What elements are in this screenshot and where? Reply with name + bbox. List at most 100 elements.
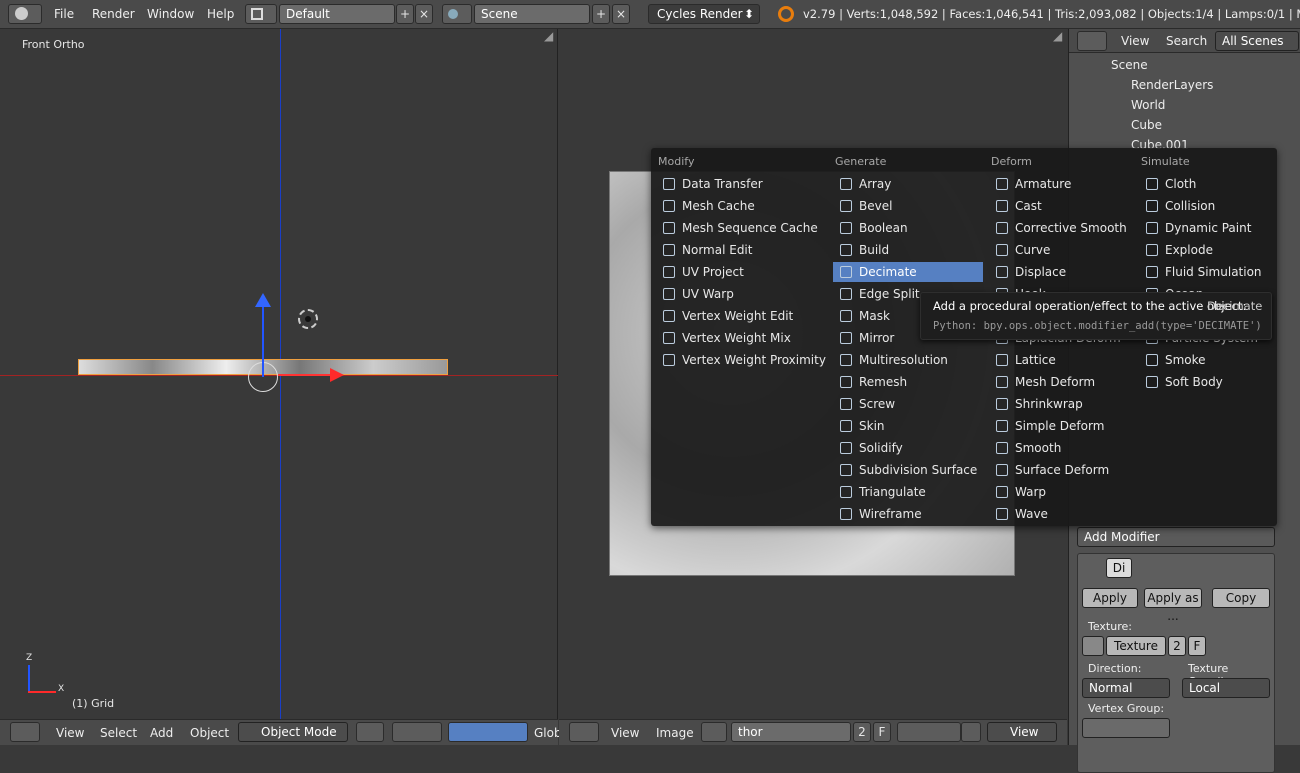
screen-layout-selector[interactable]	[245, 4, 277, 24]
menu-help[interactable]: Help	[207, 4, 234, 24]
menu-item-warp[interactable]: Warp	[989, 482, 1137, 502]
image-editor-type[interactable]	[569, 722, 599, 742]
outliner-filter-dropdown[interactable]: All Scenes	[1215, 31, 1299, 51]
menu-item-multiresolution[interactable]: Multiresolution	[833, 350, 983, 370]
menu-item-collision[interactable]: Collision	[1139, 196, 1267, 216]
editor-type-button[interactable]	[8, 4, 42, 24]
menu-item-displace[interactable]: Displace	[989, 262, 1137, 282]
menu-image[interactable]: Image	[656, 726, 694, 740]
menu-item-normal-edit[interactable]: Normal Edit	[656, 240, 826, 260]
add-layout-button[interactable]: +	[396, 4, 414, 24]
scene-field[interactable]: Scene	[474, 4, 590, 24]
menu-item-surface-deform[interactable]: Surface Deform	[989, 460, 1137, 480]
menu-item-smoke[interactable]: Smoke	[1139, 350, 1267, 370]
scene-selector[interactable]	[442, 4, 472, 24]
viewport-editor-type[interactable]	[10, 722, 40, 742]
menu-file[interactable]: File	[54, 4, 74, 24]
menu-item-cast[interactable]: Cast	[989, 196, 1137, 216]
image-action-buttons[interactable]	[897, 722, 961, 742]
pin-icon[interactable]	[961, 722, 981, 742]
manipulator-buttons[interactable]	[448, 722, 528, 742]
menu-item-triangulate[interactable]: Triangulate	[833, 482, 983, 502]
menu-item-screw[interactable]: Screw	[833, 394, 983, 414]
area-corner-icon-2[interactable]: ◢	[1053, 29, 1062, 43]
menu-item-fluid-simulation[interactable]: Fluid Simulation	[1139, 262, 1267, 282]
add-modifier-dropdown[interactable]: Add Modifier	[1077, 527, 1275, 547]
outliner-view-menu[interactable]: View	[1121, 34, 1149, 48]
menu-item-subdivision-surface[interactable]: Subdivision Surface	[833, 460, 983, 480]
menu-object[interactable]: Object	[190, 726, 229, 740]
menu-item-corrective-smooth[interactable]: Corrective Smooth	[989, 218, 1137, 238]
mode-dropdown[interactable]: Object Mode	[238, 722, 348, 742]
lamp-icon[interactable]	[298, 309, 318, 329]
menu-item-remesh[interactable]: Remesh	[833, 372, 983, 392]
menu-item-lattice[interactable]: Lattice	[989, 350, 1137, 370]
menu-item-uv-project[interactable]: UV Project	[656, 262, 826, 282]
menu-item-array[interactable]: Array	[833, 174, 983, 194]
menu-item-solidify[interactable]: Solidify	[833, 438, 983, 458]
menu-item-explode[interactable]: Explode	[1139, 240, 1267, 260]
remove-scene-button[interactable]: ×	[612, 4, 630, 24]
menu-item-simple-deform[interactable]: Simple Deform	[989, 416, 1137, 436]
menu-item-curve[interactable]: Curve	[989, 240, 1137, 260]
image-fake-user[interactable]: F	[873, 722, 891, 742]
menu-item-vertex-weight-edit[interactable]: Vertex Weight Edit	[656, 306, 826, 326]
menu-add[interactable]: Add	[150, 726, 173, 740]
texture-icon[interactable]	[1082, 636, 1104, 656]
outliner-editor-type[interactable]	[1077, 31, 1107, 51]
menu-item-wave[interactable]: Wave	[989, 504, 1137, 524]
outliner-item-renderlayers[interactable]: RenderLayers	[1131, 78, 1213, 92]
outliner-item-scene[interactable]: Scene	[1111, 58, 1148, 72]
menu-select[interactable]: Select	[100, 726, 137, 740]
texture-name-field[interactable]: Texture	[1106, 636, 1166, 656]
menu-item-bevel[interactable]: Bevel	[833, 196, 983, 216]
apply-as-button[interactable]: Apply as ...	[1144, 588, 1202, 623]
image-name-field[interactable]: thor	[731, 722, 851, 742]
menu-item-mesh-deform[interactable]: Mesh Deform	[989, 372, 1137, 392]
remove-layout-button[interactable]: ×	[415, 4, 433, 24]
menu-item-cloth[interactable]: Cloth	[1139, 174, 1267, 194]
menu-view-image[interactable]: View	[611, 726, 639, 740]
modifier-name-field[interactable]: Di	[1106, 558, 1132, 578]
menu-item-armature[interactable]: Armature	[989, 174, 1137, 194]
menu-item-mesh-sequence-cache[interactable]: Mesh Sequence Cache	[656, 218, 826, 238]
x-manipulator-arrow[interactable]	[278, 374, 334, 376]
add-scene-button[interactable]: +	[592, 4, 610, 24]
copy-button[interactable]: Copy	[1212, 588, 1270, 608]
orientation-dropdown[interactable]: Glob	[534, 726, 562, 740]
screen-layout-field[interactable]: Default	[279, 4, 395, 24]
menu-view[interactable]: View	[56, 726, 84, 740]
z-manipulator-arrow[interactable]	[262, 297, 264, 377]
texture-fake-user[interactable]: F	[1188, 636, 1206, 656]
direction-dropdown[interactable]: Normal	[1082, 678, 1170, 698]
shading-dropdown[interactable]	[356, 722, 384, 742]
3d-viewport[interactable]: Front Ortho Z X (1) Grid ◢	[0, 29, 558, 719]
menu-item-boolean[interactable]: Boolean	[833, 218, 983, 238]
menu-item-soft-body[interactable]: Soft Body	[1139, 372, 1267, 392]
render-engine-dropdown[interactable]: Cycles Render ⬍	[648, 4, 760, 24]
menu-item-mesh-cache[interactable]: Mesh Cache	[656, 196, 826, 216]
image-view-dropdown[interactable]: View	[987, 722, 1057, 742]
menu-item-skin[interactable]: Skin	[833, 416, 983, 436]
texture-users[interactable]: 2	[1168, 636, 1186, 656]
menu-item-data-transfer[interactable]: Data Transfer	[656, 174, 826, 194]
menu-item-shrinkwrap[interactable]: Shrinkwrap	[989, 394, 1137, 414]
vertex-group-field[interactable]	[1082, 718, 1170, 738]
menu-render[interactable]: Render	[92, 4, 135, 24]
image-users[interactable]: 2	[853, 722, 871, 742]
menu-item-smooth[interactable]: Smooth	[989, 438, 1137, 458]
apply-button[interactable]: Apply	[1082, 588, 1138, 608]
menu-item-build[interactable]: Build	[833, 240, 983, 260]
menu-item-vertex-weight-proximity[interactable]: Vertex Weight Proximity	[656, 350, 826, 370]
area-corner-icon[interactable]: ◢	[544, 29, 553, 43]
outliner-search-menu[interactable]: Search	[1166, 34, 1207, 48]
image-browse-button[interactable]	[701, 722, 727, 742]
menu-item-wireframe[interactable]: Wireframe	[833, 504, 983, 524]
outliner-item-world[interactable]: World	[1131, 98, 1165, 112]
menu-item-vertex-weight-mix[interactable]: Vertex Weight Mix	[656, 328, 826, 348]
menu-item-uv-warp[interactable]: UV Warp	[656, 284, 826, 304]
menu-window[interactable]: Window	[147, 4, 194, 24]
menu-item-dynamic-paint[interactable]: Dynamic Paint	[1139, 218, 1267, 238]
texture-coords-dropdown[interactable]: Local	[1182, 678, 1270, 698]
pivot-dropdown[interactable]	[392, 722, 442, 742]
